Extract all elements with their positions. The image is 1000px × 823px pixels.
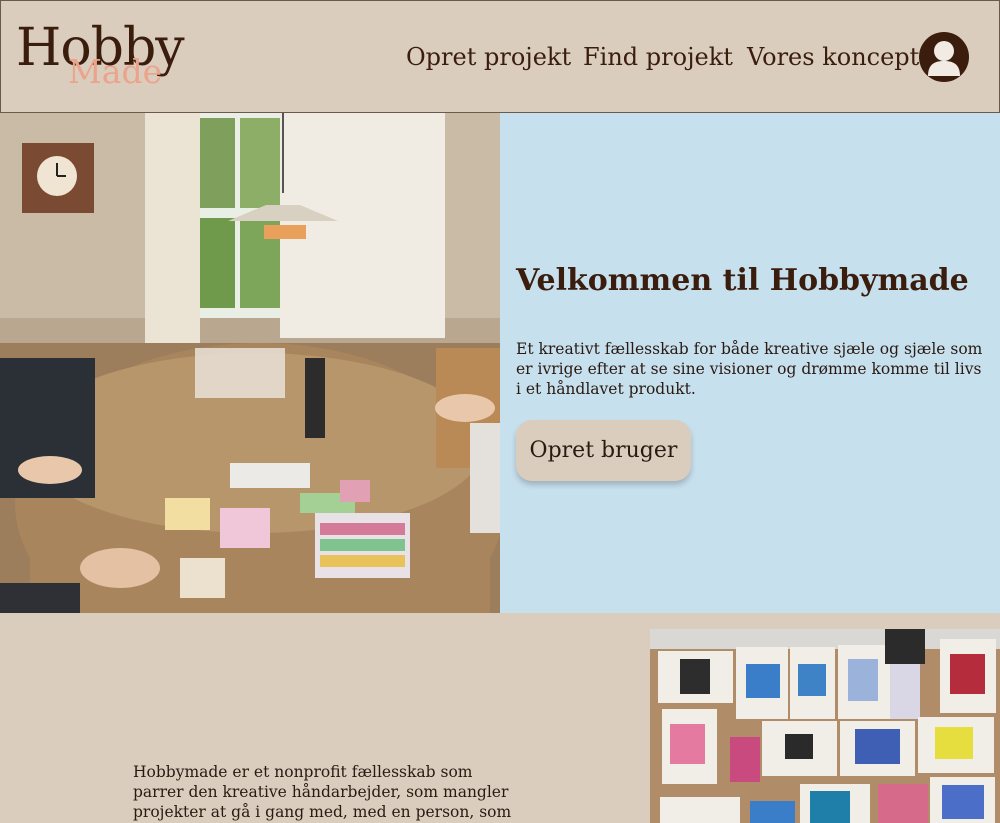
about-text: Hobbymade er et nonprofit fællesskab som… (133, 763, 512, 821)
workshop-table-photo (0, 113, 500, 613)
art-prints-photo (650, 629, 1000, 823)
nav-find-projekt[interactable]: Find projekt (583, 39, 733, 75)
hero-description: Et kreativt fællesskab for både kreative… (516, 340, 983, 398)
nav-opret-projekt[interactable]: Opret projekt (406, 39, 571, 75)
site-logo[interactable]: Hobby Made (16, 17, 186, 97)
site-header: Hobby Made Opret projekt Find projekt Vo… (0, 0, 1000, 113)
nav-vores-koncept[interactable]: Vores koncept (747, 39, 919, 75)
hero-title: Velkommen til Hobbymade (516, 263, 969, 298)
logo-made-text: Made (68, 52, 163, 91)
create-user-button[interactable]: Opret bruger (516, 420, 691, 481)
user-avatar-icon[interactable] (919, 32, 969, 82)
hero-panel: Velkommen til Hobbymade Et kreativt fæll… (500, 113, 1000, 613)
